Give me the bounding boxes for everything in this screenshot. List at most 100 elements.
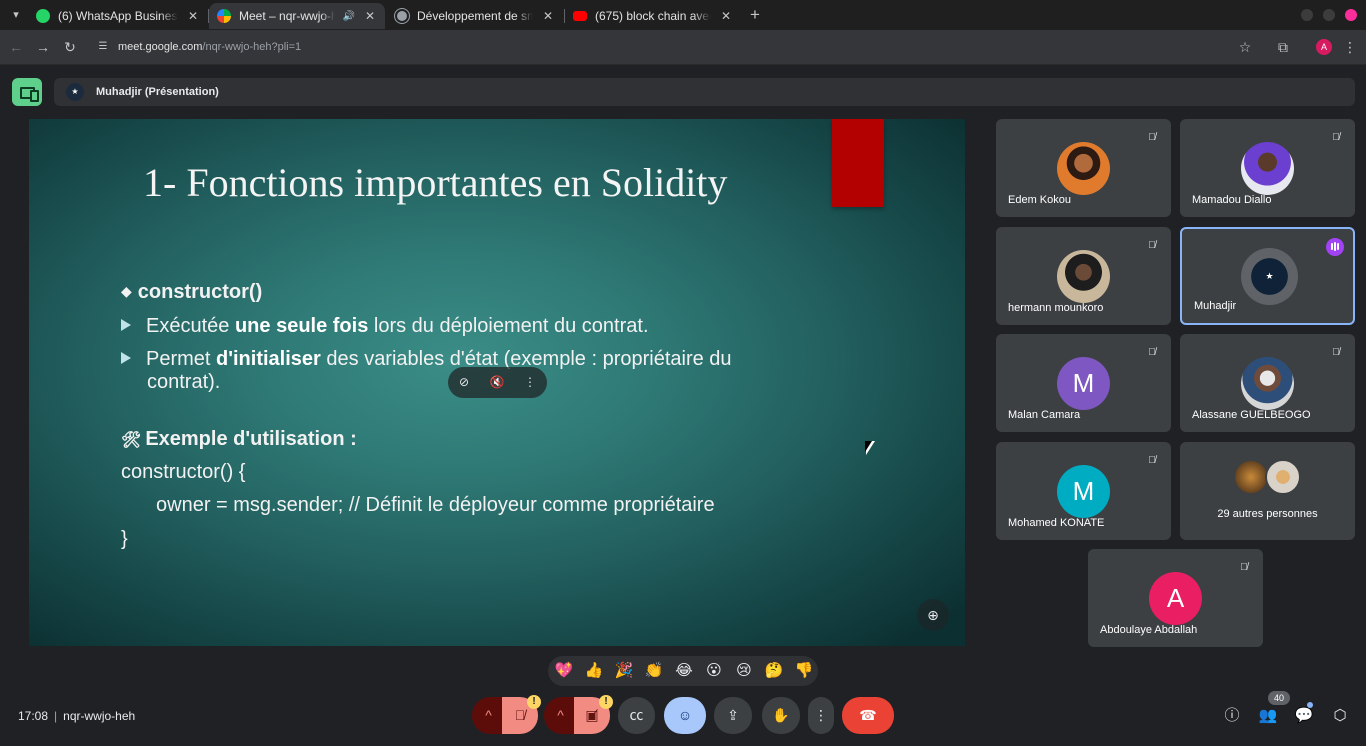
slide-code-line: constructor() { (121, 461, 246, 483)
participant-avatar (1057, 142, 1110, 195)
video-options-chevron-icon[interactable]: ^ (544, 697, 577, 734)
meet-favicon-icon (217, 9, 231, 23)
mic-off-icon: 🎙̸ (1148, 132, 1156, 143)
others-tile[interactable]: 29 autres personnes (1180, 442, 1355, 540)
tile-hover-controls: ⊘ 🔇 ⋮ (448, 367, 547, 398)
reaction-sad-button[interactable]: 😢 (734, 661, 754, 681)
participant-avatar: M (1057, 357, 1110, 410)
tab-search-chevron-icon[interactable]: ▾ (6, 6, 26, 24)
arrow-bullet-icon (121, 319, 131, 331)
forward-arrow-icon[interactable]: → (34, 38, 52, 56)
tab-smart-contracts[interactable]: Développement de smart ✕ (387, 3, 563, 29)
tab-audio-icon[interactable]: 🔊 (343, 11, 355, 22)
tab-title: (675) block chain avec eth (595, 9, 711, 23)
reaction-clap-button[interactable]: 👏 (644, 661, 664, 681)
reactions-bar: 💖 👍 🎉 👏 😂 😮 😢 🤔 👎 (548, 656, 818, 686)
mouse-cursor-icon (865, 441, 875, 455)
slide-bullet-1: Exécutée une seule fois lors du déploiem… (121, 315, 649, 338)
presenter-bar: ★ Muhadjir (Présentation) (54, 78, 1355, 106)
reaction-thumbs-down-button[interactable]: 👎 (794, 661, 814, 681)
activities-icon[interactable]: ⬡ (1330, 706, 1350, 726)
slide-bullet-2-continued: contrat). (147, 371, 221, 393)
clock-time: 17:08 (18, 709, 49, 723)
tab-meet[interactable]: Meet – nqr-wwjo-heh 🔊 ✕ (209, 3, 385, 29)
browser-toolbar: ← → ↻ ☰ meet.google.com/nqr-wwjo-heh?pli… (0, 30, 1366, 65)
reaction-thinking-button[interactable]: 🤔 (764, 661, 784, 681)
slide-code-line: } (121, 528, 128, 550)
people-icon[interactable]: 👥 (1258, 706, 1278, 726)
tab-whatsapp[interactable]: (6) WhatsApp Business ✕ (28, 3, 208, 29)
whatsapp-favicon-icon (36, 9, 50, 23)
close-tab-icon[interactable]: ✕ (541, 9, 555, 23)
zoom-in-button[interactable]: ⊕ (917, 599, 949, 631)
others-avatars (1233, 459, 1303, 495)
participant-tile[interactable]: 🎙̸ Alassane GUELBEOGO (1180, 334, 1355, 432)
raise-hand-button[interactable]: ✋ (762, 697, 800, 734)
extensions-puzzle-icon[interactable]: ⧉ (1274, 38, 1292, 56)
url-text[interactable]: meet.google.com/nqr-wwjo-heh?pli=1 (118, 41, 301, 53)
participant-tile[interactable]: A 🎙̸ Abdoulaye Abdallah (1088, 549, 1263, 647)
reaction-thumbs-up-button[interactable]: 👍 (584, 661, 604, 681)
participant-name: Alassane GUELBEOGO (1192, 409, 1311, 421)
presentation-layout-toggle-icon[interactable] (12, 78, 42, 106)
close-tab-icon[interactable]: ✕ (719, 9, 733, 23)
reaction-party-button[interactable]: 🎉 (614, 661, 634, 681)
participant-tile[interactable]: M 🎙̸ Mohamed KONATE (996, 442, 1171, 540)
participant-tile[interactable]: M 🎙̸ Malan Camara (996, 334, 1171, 432)
participant-avatar (1057, 250, 1110, 303)
reaction-surprised-button[interactable]: 😮 (704, 661, 724, 681)
presenter-avatar: ★ (66, 83, 84, 101)
participant-name: Malan Camara (1008, 409, 1081, 421)
present-screen-button[interactable]: ⇪ (714, 697, 752, 734)
captions-button[interactable]: ㏄ (618, 697, 655, 734)
profile-avatar[interactable]: A (1316, 39, 1332, 55)
leave-call-button[interactable]: ☎ (842, 697, 894, 734)
participant-tile[interactable]: 🎙̸ hermann mounkoro (996, 227, 1171, 325)
mic-off-icon: 🎙̸ (1148, 240, 1156, 251)
site-info-icon[interactable]: ☰ (96, 40, 110, 54)
address-bar[interactable]: ☰ meet.google.com/nqr-wwjo-heh?pli=1 (88, 34, 1268, 61)
slide-title: 1- Fonctions importantes en Solidity (143, 160, 728, 205)
more-options-icon[interactable]: ⋮ (522, 375, 538, 390)
participant-avatar (1241, 357, 1294, 410)
youtube-favicon-icon (573, 11, 587, 21)
meeting-info: 17:08 | nqr-wwjo-heh (18, 709, 136, 723)
bookmark-star-icon[interactable]: ☆ (1236, 38, 1254, 56)
mic-off-icon: 🎙̸ (1148, 455, 1156, 466)
reaction-heart-button[interactable]: 💖 (554, 661, 574, 681)
participant-name: Mohamed KONATE (1008, 517, 1105, 529)
emoji-reactions-button[interactable]: ☺ (664, 697, 706, 734)
participant-name: Mamadou Diallo (1192, 194, 1272, 206)
back-arrow-icon[interactable]: ← (7, 38, 25, 56)
participant-avatar: M (1057, 465, 1110, 518)
audio-options-chevron-icon[interactable]: ^ (472, 697, 505, 734)
minimize-window-button[interactable] (1301, 9, 1313, 21)
slide-decoration (832, 119, 884, 207)
tab-youtube[interactable]: (675) block chain avec eth ✕ (565, 3, 741, 29)
browser-menu-icon[interactable]: ⋮ (1341, 38, 1359, 56)
mic-off-icon: 🎙̸ (1148, 347, 1156, 358)
close-tab-icon[interactable]: ✕ (363, 9, 377, 23)
close-tab-icon[interactable]: ✕ (186, 9, 200, 23)
maximize-window-button[interactable] (1323, 9, 1335, 21)
slide-heading-example: 🛠 Exemple d'utilisation : (121, 428, 357, 450)
participant-name: Muhadjir (1194, 300, 1237, 312)
mic-off-icon: 🎙̸ (1240, 562, 1248, 573)
participant-tile[interactable]: 🎙̸ Mamadou Diallo (1180, 119, 1355, 217)
people-count-badge: 40 (1268, 691, 1290, 705)
reload-icon[interactable]: ↻ (61, 38, 79, 56)
participant-tile-speaking[interactable]: ★ Muhadjir (1180, 227, 1355, 325)
participant-tile[interactable]: 🎙̸ Edem Kokou (996, 119, 1171, 217)
mute-audio-icon[interactable]: 🔇 (489, 375, 505, 390)
unpin-icon[interactable]: ⊘ (456, 375, 472, 390)
participant-avatar: A (1149, 572, 1202, 625)
meeting-details-info-icon[interactable]: ⓘ (1222, 706, 1242, 726)
participant-name: hermann mounkoro (1008, 302, 1104, 314)
new-tab-button[interactable]: + (746, 5, 764, 25)
slide-heading-constructor: ◆ constructor() (121, 281, 263, 303)
slide-bullet-2: Permet d'initialiser des variables d'éta… (121, 348, 732, 371)
more-options-button[interactable]: ⋮ (808, 697, 834, 734)
reaction-laugh-button[interactable]: 😂 (674, 661, 694, 681)
chat-icon[interactable]: 💬 (1294, 706, 1314, 726)
close-window-button[interactable] (1345, 9, 1357, 21)
